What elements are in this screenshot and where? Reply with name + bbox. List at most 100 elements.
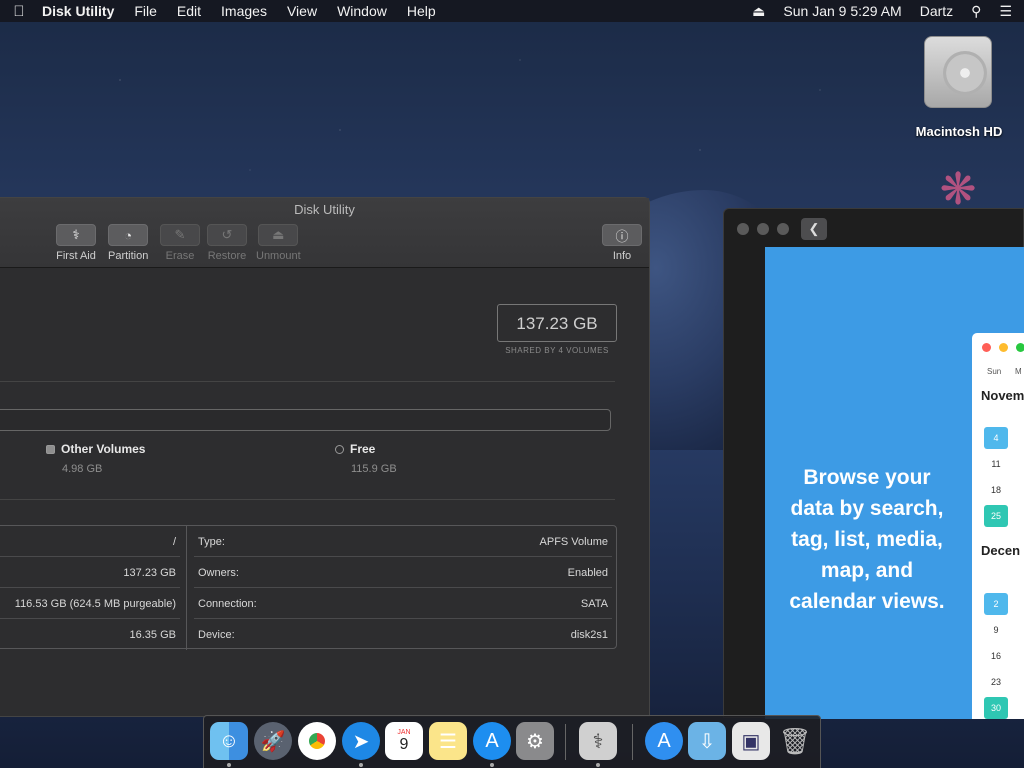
erase-label: Erase [165,250,195,262]
applications-folder-icon[interactable]: A [645,722,683,760]
app-store-icon[interactable]: A [473,722,511,760]
dock-separator [632,724,633,760]
calendar-day: 9 [993,625,999,635]
calendar-day-number: 9 [399,735,409,753]
info-label: Info [612,250,632,262]
promo-text: Browse your data by search, tag, list, m… [789,466,945,613]
erase-button[interactable]: ✎ Erase [160,224,200,262]
info-row-type: Type: APFS Volume [188,526,618,557]
used-value: 16.35 GB [129,629,176,641]
restore-label: Restore [207,250,247,262]
legend-swatch [335,445,344,454]
window-title: Disk Utility [294,202,355,217]
drive-body [924,36,992,108]
menu-edit[interactable]: Edit [167,3,211,19]
connection-key: Connection: [198,598,257,610]
menu-help[interactable]: Help [397,3,446,19]
menu-file[interactable]: File [124,3,167,19]
divider [0,499,615,500]
window-toolbar: Disk Utility ⚕ First Aid ◔ Partition ✎ E… [0,198,649,268]
running-indicator [490,763,494,767]
day-of-week: Sun [987,367,1002,376]
device-value: disk2s1 [570,629,608,641]
dock-separator [565,724,566,760]
close-button[interactable] [737,223,749,235]
info-table: / 137.23 GB 116.53 GB (624.5 MB purgeabl… [0,525,618,650]
running-indicator [359,763,363,767]
eject-icon[interactable]: ⏏ [752,3,765,20]
preview-icon[interactable]: ▣ [732,722,770,760]
calendar-day: 16 [990,651,1001,661]
restore-button[interactable]: ↺ Restore [207,224,247,262]
type-key: Type: [198,536,225,548]
info-column-right: Type: APFS Volume Owners: Enabled Connec… [188,526,618,650]
system-preferences-icon[interactable]: ⚙ [516,722,554,760]
partition-label: Partition [108,250,149,262]
macintosh-hd-label[interactable]: Macintosh HD [904,124,1014,139]
unmount-label: Unmount [256,250,301,262]
info-row: 16.35 GB [0,619,186,650]
downloads-folder-icon[interactable]: ⇩ [688,722,726,760]
list-icon[interactable]: ☰ [999,3,1012,20]
info-row: 137.23 GB [0,557,186,588]
preview-close-dot [982,343,991,352]
erase-icon: ✎ [160,224,200,246]
divider [0,381,615,382]
day-of-week: M [1015,367,1022,376]
chrome-icon[interactable] [298,722,336,760]
back-button[interactable]: ❮ [801,218,827,240]
disk-utility-window: Disk Utility ⚕ First Aid ◔ Partition ✎ E… [0,197,650,717]
calendar-preview: Sun M Novem 4 11 18 25 Decen 2 9 16 23 3… [972,333,1024,719]
legend-free: Free 115.9 GB [335,442,397,475]
menu-app-name[interactable]: Disk Utility [38,3,124,19]
shared-caption: SHARED BY 4 VOLUMES [505,346,609,355]
info-button[interactable]: ⓘ Info [602,224,642,262]
drive-disc [943,51,987,95]
first-aid-button[interactable]: ⚕ First Aid [56,224,96,262]
calendar-day: 11 [991,459,1001,469]
menubar-user[interactable]: Dartz [920,3,953,19]
connection-value: SATA [580,598,608,610]
calendar-day: 30 [984,697,1008,719]
finder-icon[interactable]: ☺ [210,722,248,760]
capacity-info-value: 137.23 GB [123,567,176,579]
menu-window[interactable]: Window [327,3,397,19]
macintosh-hd-icon[interactable] [918,32,998,112]
menu-view[interactable]: View [277,3,327,19]
menu-images[interactable]: Images [211,3,277,19]
calendar-icon[interactable]: JAN 9 [385,722,423,760]
legend-swatch [46,445,55,454]
legend-other-title: Other Volumes [61,442,146,456]
month-label: Novem [981,388,1024,403]
apple-icon[interactable]:  [0,3,38,20]
notes-icon[interactable]: ☰ [429,722,467,760]
launchpad-icon[interactable]: 🚀 [254,722,292,760]
calendar-day: 25 [984,505,1008,527]
app-window: ❮ Browse your data by search, tag, list,… [723,208,1024,719]
first-aid-label: First Aid [56,250,96,262]
legend-free-title: Free [350,442,376,456]
menu-bar:  Disk Utility File Edit Images View Win… [0,0,1024,22]
zoom-button[interactable] [777,223,789,235]
info-row: 116.53 GB (624.5 MB purgeable) [0,588,186,619]
search-icon[interactable]: ⚲ [971,3,981,20]
desktop-app-icon[interactable]: ❋ [918,168,998,212]
stethoscope-icon: ⚕ [56,224,96,246]
info-row-device: Device: disk2s1 [188,619,618,650]
unmount-button[interactable]: ⏏ Unmount [256,224,301,262]
chevron-left-icon: ❮ [808,221,820,236]
calendar-day: 18 [990,485,1001,495]
menubar-clock[interactable]: Sun Jan 9 5:29 AM [783,3,901,19]
partition-button[interactable]: ◔ Partition [108,224,148,262]
preview-zoom-dot [1016,343,1024,352]
trash-icon[interactable]: 🗑 [776,722,814,760]
legend-other-volumes: Other Volumes 4.98 GB [46,442,145,475]
disk-utility-icon[interactable]: ⚕ [579,722,617,760]
type-value: APFS Volume [539,536,608,548]
promo-panel: Browse your data by search, tag, list, m… [765,247,1024,719]
owners-value: Enabled [567,567,608,579]
legend-other-value: 4.98 GB [62,463,103,475]
minimize-button[interactable] [757,223,769,235]
capacity-value: 137.23 GB [497,304,617,342]
safari-icon[interactable]: ➤ [342,722,380,760]
